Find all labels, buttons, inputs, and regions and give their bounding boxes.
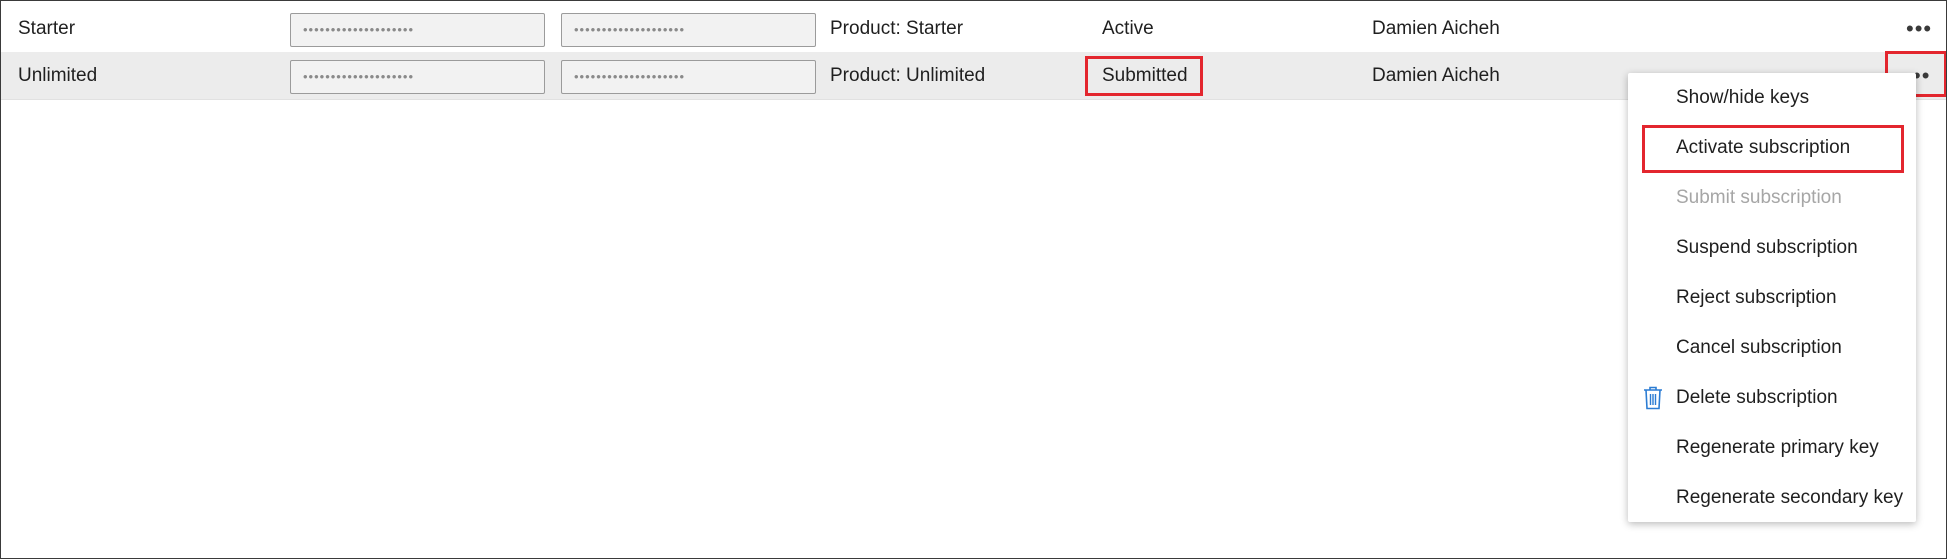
state-highlight-box: [1085, 56, 1203, 96]
menu-item-submit-subscription: Submit subscription: [1676, 187, 1842, 208]
subscription-name: Starter: [18, 18, 76, 39]
subscription-state: Active: [1102, 18, 1154, 39]
subscription-owner: Damien Aicheh: [1372, 65, 1500, 86]
menu-item-regenerate-secondary-key[interactable]: Regenerate secondary key: [1628, 473, 1916, 523]
secondary-key-field[interactable]: ••••••••••••••••••••: [561, 13, 816, 47]
menu-item-show-hide-keys[interactable]: Show/hide keys: [1628, 73, 1916, 123]
primary-key-field[interactable]: ••••••••••••••••••••: [290, 13, 545, 47]
menu-item-reject-subscription[interactable]: Reject subscription: [1628, 273, 1916, 323]
subscriptions-table: Starter •••••••••••••••••••• •••••••••••…: [0, 0, 1947, 559]
subscription-scope: Product: Unlimited: [830, 65, 986, 86]
table-row[interactable]: Starter •••••••••••••••••••• •••••••••••…: [1, 5, 1946, 53]
menu-item-suspend-subscription[interactable]: Suspend subscription: [1628, 223, 1916, 273]
menu-item-regenerate-primary-key[interactable]: Regenerate primary key: [1628, 423, 1916, 473]
primary-key-field[interactable]: ••••••••••••••••••••: [290, 60, 545, 94]
menu-item-label: Delete subscription: [1676, 387, 1838, 408]
menu-item-delete-subscription[interactable]: Delete subscription: [1628, 373, 1916, 423]
secondary-key-field[interactable]: ••••••••••••••••••••: [561, 60, 816, 94]
menu-item-cancel-subscription[interactable]: Cancel subscription: [1628, 323, 1916, 373]
subscription-scope: Product: Starter: [830, 18, 964, 39]
subscription-owner: Damien Aicheh: [1372, 18, 1500, 39]
trash-icon: [1644, 386, 1662, 410]
subscription-name: Unlimited: [18, 65, 98, 86]
more-actions-button[interactable]: •••: [1906, 5, 1932, 52]
menu-highlight-box: [1642, 125, 1904, 173]
